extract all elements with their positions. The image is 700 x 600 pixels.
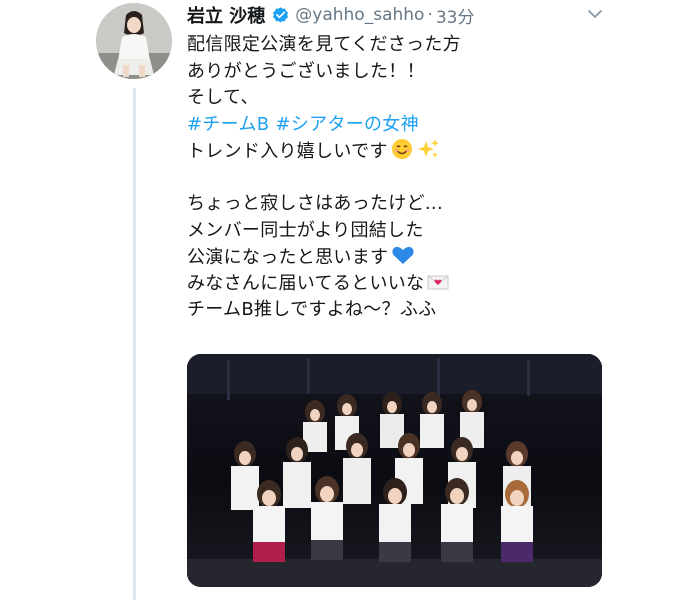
tweet-line: ありがとうございました！！ [187,60,425,82]
user-avatar-icon [96,3,172,79]
tweet-line: 配信限定公演を見てくださった方 [187,34,461,55]
hashtag-line: #チームB #シアターの女神 [187,112,617,139]
user-avatar[interactable] [96,3,172,79]
tweet-line: トレンド入り嬉しいです [187,138,617,165]
hope-text: みなさんに届いてるといいな [187,272,425,294]
tweet-line: ちょっと寂しさはあったけど... [187,193,443,214]
tweet-line: チームB推しですよね〜？ふふ [187,299,437,320]
hashtag-theater-goddess[interactable]: #シアターの女神 [275,114,418,135]
blue-heart-emoji [391,244,415,275]
thread-line [133,88,136,600]
performance-text: 公演になったと思います [187,247,389,268]
header-separator: · [427,5,433,25]
tweet-header: 岩立 沙穂 @yahho_sahho · 33分 [187,2,474,28]
group-photo-image [187,354,602,587]
tweet-line: 公演になったと思います [187,244,617,271]
hashtag-team-b[interactable]: #チームB [187,114,269,135]
trend-text: トレンド入り嬉しいです [187,141,388,162]
tweet-line: メンバー同士がより団結した [187,219,424,241]
tweet-timestamp[interactable]: 33分 [436,3,475,28]
smiling-face-emoji [391,138,413,169]
user-handle[interactable]: @yahho_sahho [295,5,424,25]
tweet-line: みなさんに届いてるといいな [187,271,617,298]
display-name[interactable]: 岩立 沙穂 [187,2,265,28]
tweet-line: そして、 [187,87,259,108]
love-letter-emoji [427,272,449,301]
verified-badge-icon [271,6,290,25]
chevron-down-icon[interactable] [587,8,603,20]
sparkles-emoji [416,138,440,169]
tweet-card[interactable]: 岩立 沙穂 @yahho_sahho · 33分 配信限定公演を見てくださった方… [0,0,700,600]
tweet-text: 配信限定公演を見てくださった方 ありがとうございました！！ そして、 #チームB… [187,32,617,324]
tweet-photo[interactable] [187,354,602,587]
